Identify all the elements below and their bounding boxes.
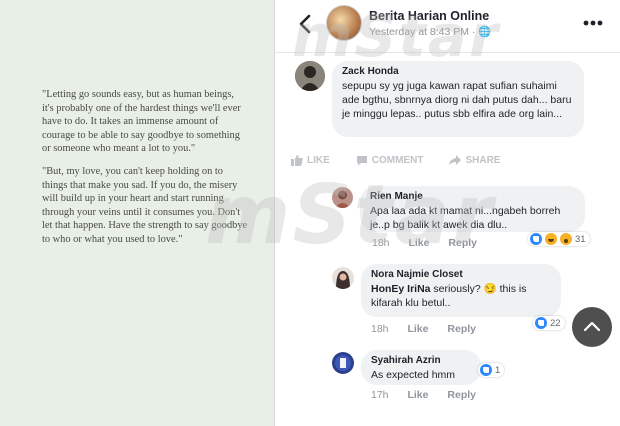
comment-bubble: Syahirah Azrin As expected hmm: [361, 350, 481, 385]
mention-link[interactable]: HonEy IriNa: [371, 283, 431, 295]
avatar[interactable]: [332, 352, 354, 374]
comment-like-button[interactable]: Like: [408, 237, 429, 249]
thumbs-up-icon: [291, 154, 303, 166]
scroll-to-top-button[interactable]: [572, 307, 612, 347]
comment-label: COMMENT: [371, 154, 424, 166]
comment-bubble: Rien Manje Apa laa ada kt mamat ni...nga…: [360, 186, 585, 232]
like-reaction-icon: [480, 364, 492, 376]
chevron-up-icon: [583, 321, 601, 332]
header-divider: [275, 52, 620, 53]
comment-bubble: Zack Honda sepupu sy yg juga kawan rapat…: [332, 61, 584, 137]
avatar[interactable]: [332, 187, 353, 208]
comment-author[interactable]: Zack Honda: [342, 66, 574, 77]
wow-reaction-icon: [560, 233, 572, 245]
avatar[interactable]: [332, 267, 354, 289]
comment-time: 17h: [371, 389, 389, 401]
comment-time: 18h: [371, 323, 389, 335]
like-button[interactable]: LIKE: [291, 154, 330, 166]
comment-author[interactable]: Syahirah Azrin: [371, 355, 471, 366]
comment-time: 18h: [372, 237, 390, 249]
profile-photo-icon: [332, 187, 353, 208]
person-silhouette-icon: [295, 61, 325, 91]
comment-reply-button[interactable]: Reply: [447, 323, 476, 335]
comment-text: sepupu sy yg juga kawan rapat sufian suh…: [342, 80, 572, 120]
post-header: Berita Harian Online Yesterday at 8:43 P…: [275, 0, 620, 50]
comment-bubble: Nora Najmie Closet HonEy IriNa seriously…: [361, 264, 561, 317]
post-timestamp: Yesterday at 8:43 PM · 🌐: [369, 26, 492, 38]
comment-actions: 18h Like Reply: [372, 237, 493, 249]
comment-reply-button[interactable]: Reply: [447, 389, 476, 401]
haha-reaction-icon: [545, 233, 557, 245]
back-arrow-icon[interactable]: [297, 13, 315, 35]
page-avatar[interactable]: [326, 5, 362, 41]
comment-text: As expected hmm: [371, 369, 456, 381]
reaction-badge[interactable]: 31: [528, 232, 590, 246]
reaction-badge[interactable]: 1: [478, 363, 505, 377]
page-name[interactable]: Berita Harian Online: [369, 9, 489, 23]
share-label: SHARE: [465, 154, 501, 166]
like-reaction-icon: [530, 233, 542, 245]
comment-like-button[interactable]: Like: [407, 389, 428, 401]
reaction-badge[interactable]: 22: [533, 316, 565, 330]
like-label: LIKE: [307, 154, 330, 166]
comment-icon: [356, 155, 367, 165]
comment-like-button[interactable]: Like: [407, 323, 428, 335]
facebook-post-panel: Berita Harian Online Yesterday at 8:43 P…: [275, 0, 620, 426]
quote-paragraph-2: "But, my love, you can't keep holding on…: [42, 165, 248, 245]
quote-paragraph-1: "Letting go sounds easy, but as human be…: [42, 89, 241, 155]
post-actions-bar: LIKE COMMENT SHARE: [275, 145, 620, 175]
more-options-icon[interactable]: [581, 14, 605, 32]
comment-author[interactable]: Rien Manje: [370, 191, 575, 202]
reaction-count: 1: [495, 364, 501, 376]
share-arrow-icon: [449, 154, 462, 165]
profile-photo-icon: [332, 352, 354, 374]
reaction-count: 22: [550, 317, 561, 329]
comment-actions: 17h Like Reply: [371, 389, 492, 401]
comment-text: Apa laa ada kt mamat ni...ngabeh borreh …: [370, 205, 561, 231]
comment-reply-button[interactable]: Reply: [448, 237, 477, 249]
comment-button[interactable]: COMMENT: [356, 154, 424, 166]
quote-text: "Letting go sounds easy, but as human be…: [42, 88, 248, 256]
avatar[interactable]: [295, 61, 325, 91]
reaction-count: 31: [575, 233, 586, 245]
comment-author[interactable]: Nora Najmie Closet: [371, 269, 551, 280]
comment-actions: 18h Like Reply: [371, 323, 492, 335]
profile-photo-icon: [332, 267, 354, 289]
share-button[interactable]: SHARE: [449, 154, 501, 166]
comment-text: HonEy IriNa seriously? 😏 this is kifarah…: [371, 282, 551, 310]
quote-panel: "Letting go sounds easy, but as human be…: [0, 0, 274, 426]
like-reaction-icon: [535, 317, 547, 329]
